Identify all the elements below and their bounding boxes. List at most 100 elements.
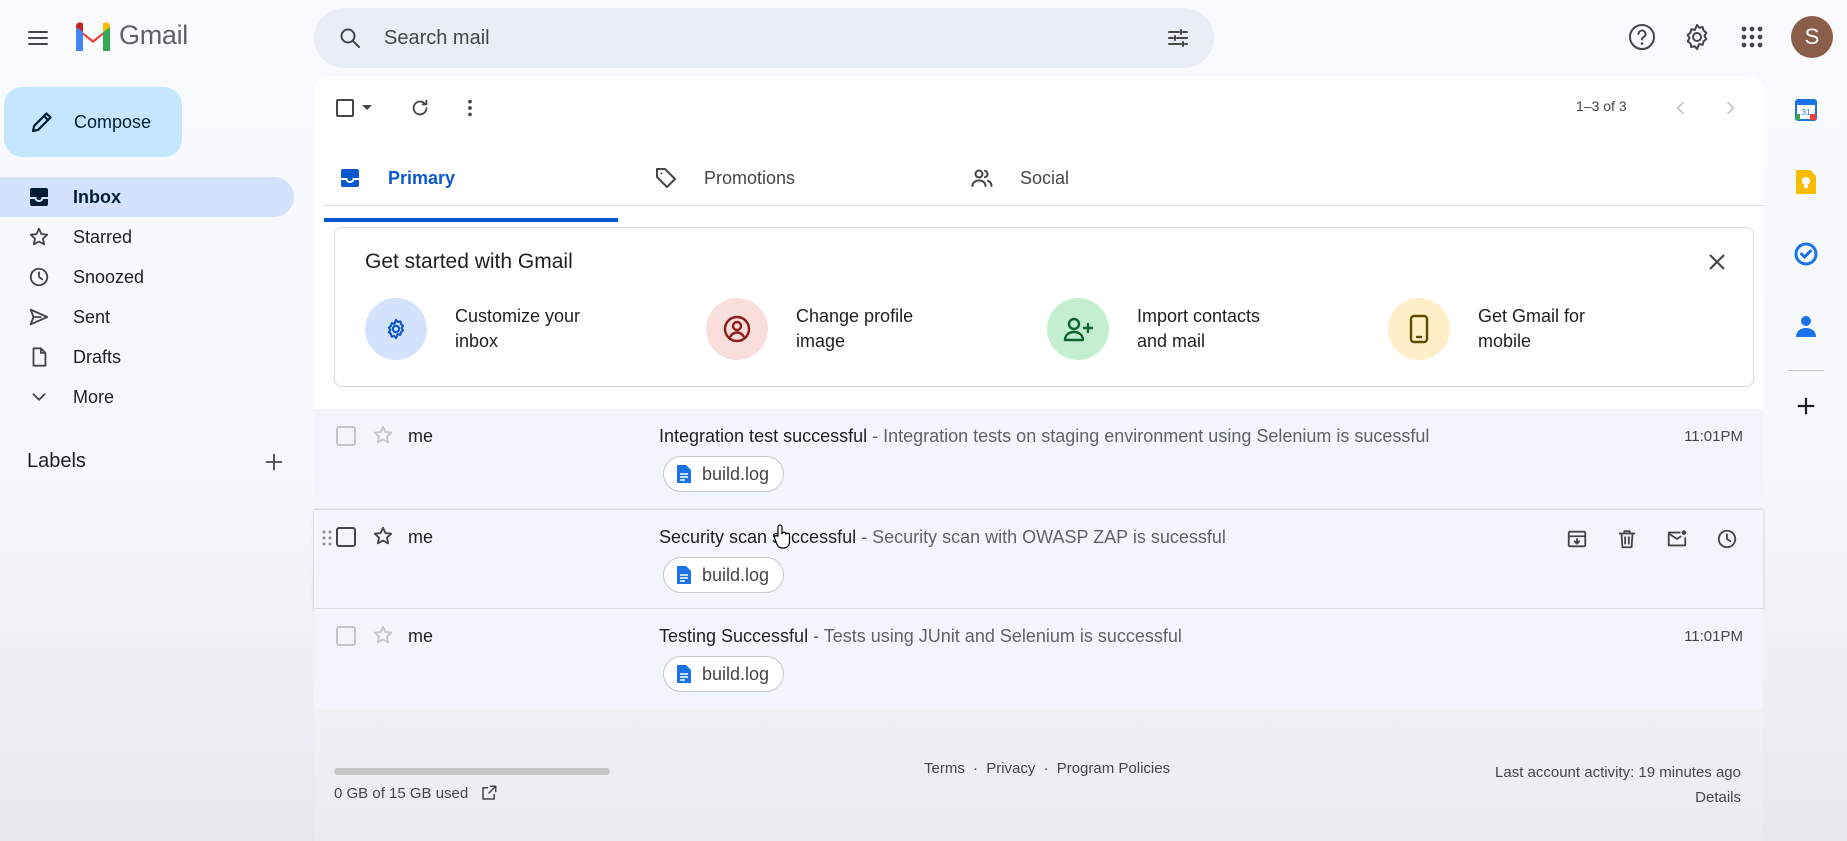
clock-icon	[27, 266, 51, 288]
newer-button[interactable]	[1663, 90, 1699, 126]
contacts-icon	[1796, 316, 1816, 337]
search-options-button[interactable]	[1158, 18, 1198, 58]
snooze-button[interactable]	[1709, 521, 1745, 557]
older-button[interactable]	[1712, 90, 1748, 126]
checkbox-square	[336, 99, 354, 117]
mark-unread-button[interactable]	[1659, 521, 1695, 557]
inbox-tab-icon	[341, 169, 359, 187]
select-dropdown[interactable]	[358, 90, 376, 126]
drag-handle-icon[interactable]	[322, 530, 332, 546]
search-button[interactable]	[330, 18, 370, 58]
search-input[interactable]	[384, 26, 1084, 50]
email-summary: Integration test successful - Integratio…	[659, 426, 1429, 447]
card-item-line1: Customize your	[455, 306, 581, 326]
terms-link[interactable]: Terms	[924, 760, 965, 777]
row-checkbox[interactable]	[336, 527, 356, 547]
tab-primary[interactable]: Primary	[324, 138, 618, 222]
svg-text:31: 31	[1802, 108, 1811, 117]
refresh-icon	[412, 99, 428, 116]
attachment-chip[interactable]: build.log	[663, 656, 785, 692]
refresh-button[interactable]	[402, 90, 438, 126]
compose-label: Compose	[74, 111, 152, 132]
open-in-new-icon[interactable]	[480, 784, 498, 802]
sidebar-item-inbox[interactable]: Inbox	[0, 177, 294, 217]
more-actions-button[interactable]	[452, 90, 488, 126]
get-addons-button[interactable]	[1778, 381, 1834, 431]
details-link[interactable]: Details	[1495, 785, 1741, 810]
people-icon	[971, 169, 993, 187]
keep-app-button[interactable]	[1778, 168, 1834, 196]
attachment-chip[interactable]: build.log	[663, 456, 785, 492]
storage-bar	[334, 768, 610, 775]
search-bar[interactable]	[314, 8, 1214, 68]
gmail-logo[interactable]: Gmail	[73, 20, 188, 51]
archive-button[interactable]	[1559, 521, 1595, 557]
main-menu-button[interactable]	[18, 18, 58, 58]
get-gmail-mobile-item[interactable]: Get Gmail for mobile	[1388, 298, 1648, 360]
card-item-label: Import contacts and mail	[1137, 304, 1307, 354]
row-checkbox[interactable]	[336, 426, 356, 446]
gear-icon	[365, 298, 427, 360]
privacy-link[interactable]: Privacy	[986, 760, 1035, 777]
draft-icon	[27, 346, 51, 368]
tab-promotions[interactable]: Promotions	[640, 138, 934, 222]
pagination-range: 1–3 of 3	[1576, 98, 1627, 114]
sidebar-item-drafts[interactable]: Drafts	[0, 337, 294, 377]
card-item-line2: image	[796, 331, 846, 351]
account-avatar[interactable]: S	[1791, 16, 1833, 58]
attachment-chip[interactable]: build.log	[663, 557, 785, 593]
calendar-icon: 31	[1795, 99, 1817, 121]
document-icon	[677, 465, 691, 483]
footer-links: Terms · Privacy · Program Policies	[924, 760, 1170, 777]
star-icon[interactable]	[372, 624, 394, 646]
storage-text: 0 GB of 15 GB used	[334, 784, 469, 802]
card-item-line1: Get Gmail for	[1478, 306, 1586, 326]
sidebar-item-starred[interactable]: Starred	[0, 217, 294, 257]
tab-social[interactable]: Social	[956, 138, 1250, 222]
email-time: 11:01PM	[1684, 428, 1743, 445]
storage-usage: 0 GB of 15 GB used	[334, 784, 498, 802]
email-row[interactable]: me Security scan successful - Security s…	[314, 509, 1763, 609]
google-apps-button[interactable]	[1732, 17, 1772, 57]
email-row[interactable]: me Integration test successful - Integra…	[314, 409, 1763, 509]
card-item-label: Customize your inbox	[455, 304, 625, 354]
document-icon	[677, 665, 691, 683]
email-separator: -	[856, 527, 873, 547]
star-icon[interactable]	[372, 525, 394, 547]
support-button[interactable]	[1622, 17, 1662, 57]
side-panel: 31	[1778, 96, 1834, 431]
sidebar-item-snoozed[interactable]: Snoozed	[0, 257, 294, 297]
apps-grid-icon	[1741, 26, 1763, 48]
tasks-app-button[interactable]	[1778, 240, 1834, 268]
import-contacts-item[interactable]: Import contacts and mail	[1047, 298, 1307, 360]
close-icon	[1709, 254, 1725, 270]
sidebar-item-more[interactable]: More	[0, 377, 294, 417]
main-panel: 1–3 of 3 Primary Promotions Social Get s…	[314, 76, 1764, 841]
select-all-checkbox[interactable]	[332, 90, 358, 126]
card-item-line1: Change profile	[796, 306, 914, 326]
gear-icon	[1686, 24, 1708, 50]
star-icon[interactable]	[372, 424, 394, 446]
email-snippet: Integration tests on staging environment…	[883, 426, 1430, 446]
customize-inbox-item[interactable]: Customize your inbox	[365, 298, 625, 360]
contacts-app-button[interactable]	[1778, 312, 1834, 340]
hamburger-menu-icon	[28, 31, 48, 45]
sidebar-item-sent[interactable]: Sent	[0, 297, 294, 337]
email-row[interactable]: me Testing Successful - Tests using JUni…	[314, 609, 1763, 709]
add-label-icon[interactable]	[263, 451, 285, 473]
account-activity: Last account activity: 19 minutes ago De…	[1495, 760, 1741, 810]
search-icon	[340, 28, 360, 48]
change-profile-image-item[interactable]: Change profile image	[706, 298, 966, 360]
clock-icon	[1717, 529, 1737, 549]
compose-button[interactable]: Compose	[4, 87, 182, 157]
calendar-app-button[interactable]: 31	[1778, 96, 1834, 124]
settings-button[interactable]	[1677, 17, 1717, 57]
chevron-down-icon	[27, 386, 51, 408]
row-checkbox[interactable]	[336, 626, 356, 646]
sidebar-item-label: Sent	[73, 306, 111, 327]
program-policies-link[interactable]: Program Policies	[1057, 760, 1170, 777]
close-card-button[interactable]	[1701, 246, 1733, 278]
delete-button[interactable]	[1609, 521, 1645, 557]
footer-dot: ·	[1043, 760, 1049, 777]
card-item-line2: and mail	[1137, 331, 1206, 351]
